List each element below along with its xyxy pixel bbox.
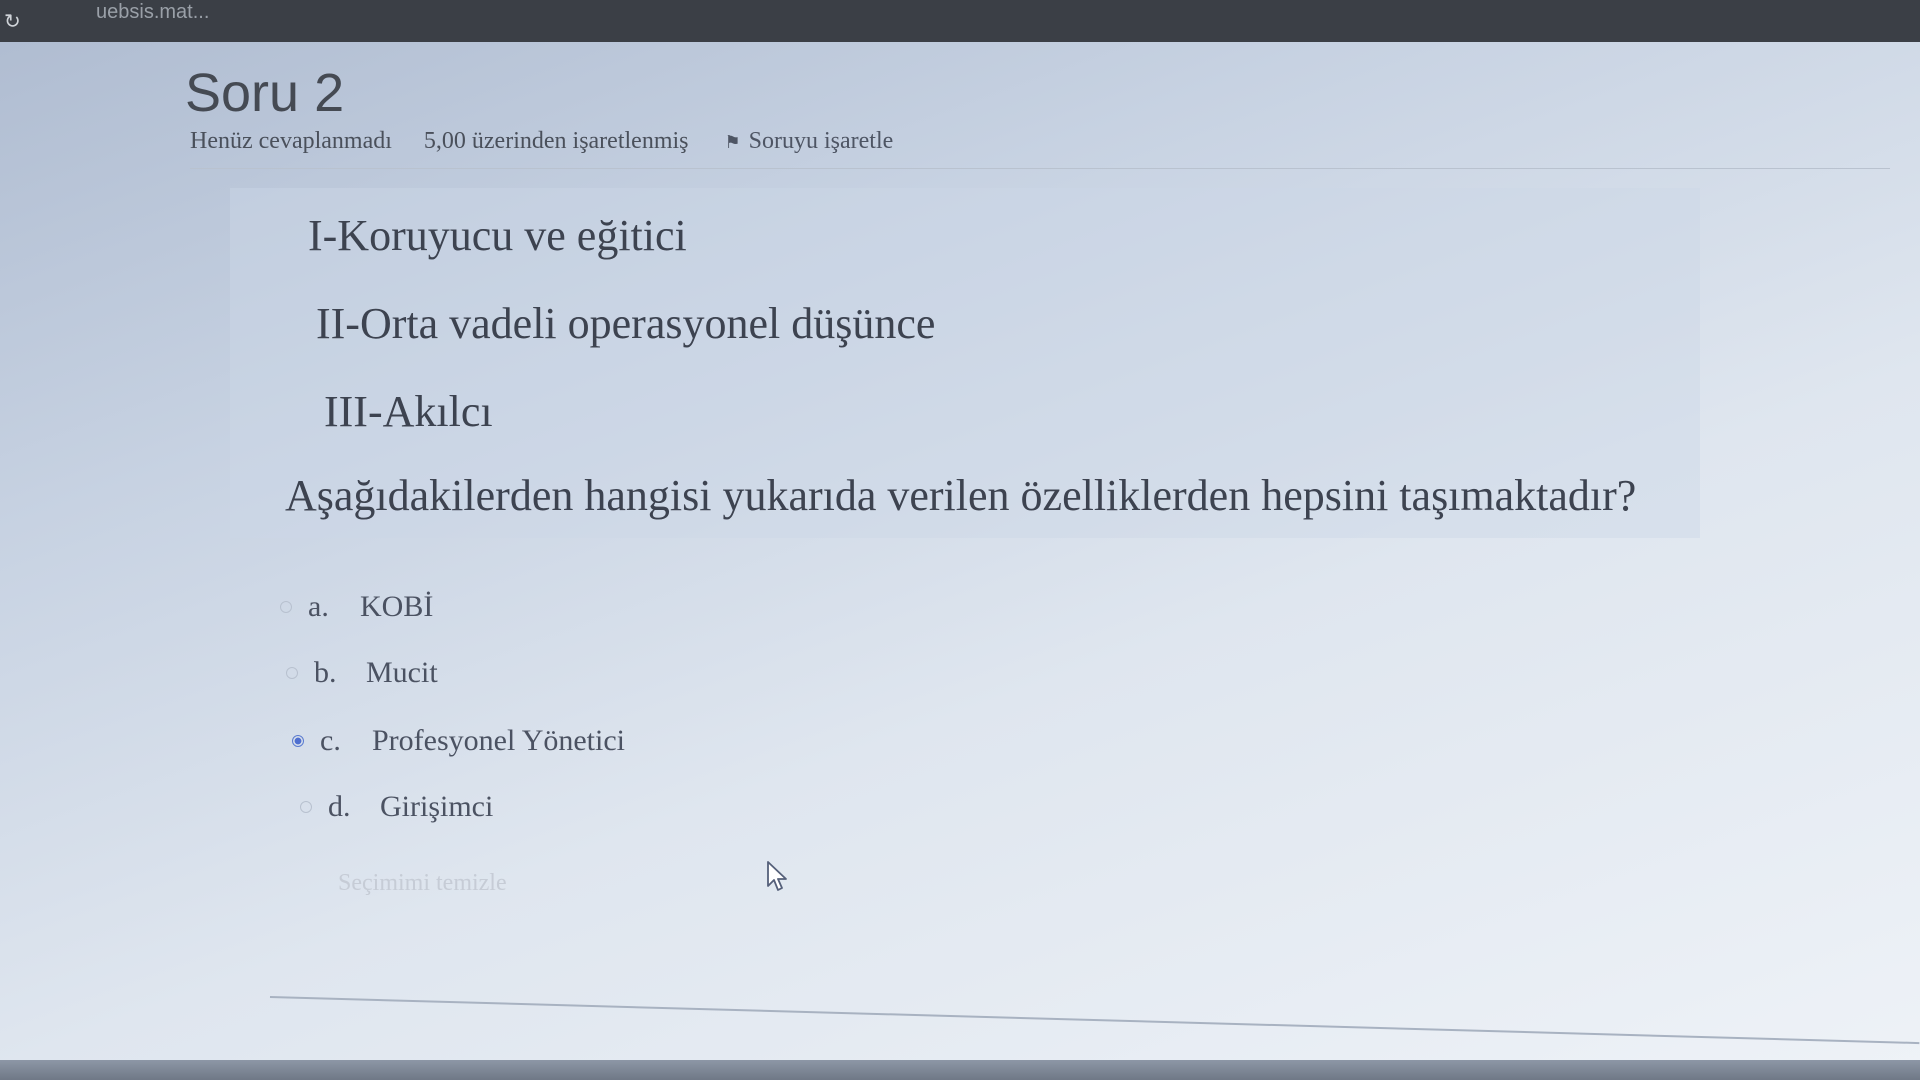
answer-text: Girişimci	[380, 790, 494, 823]
question-info: Henüz cevaplanmadı 5,00 üzerinden işaret…	[190, 128, 893, 155]
address-bar-text[interactable]: uebsis.mat...	[96, 1, 209, 24]
question-prompt: Aşağıdakilerden hangisi yukarıda verilen…	[285, 471, 1637, 520]
answer-letter: d.	[328, 790, 351, 823]
answer-radio-c[interactable]	[292, 735, 304, 747]
answer-letter: c.	[320, 724, 341, 757]
mouse-cursor-icon	[767, 861, 787, 891]
flag-question-link[interactable]: ⚑ Soruyu işaretle	[725, 128, 894, 155]
screen-bezel	[0, 1060, 1920, 1080]
answer-letter: a.	[308, 590, 329, 623]
answer-text: Mucit	[366, 656, 438, 689]
header-divider	[190, 168, 1890, 169]
clear-choice-link[interactable]: Seçimimi temizle	[338, 870, 507, 897]
answer-radio-b[interactable]	[286, 667, 298, 679]
question-title: Soru 2	[185, 63, 345, 123]
answer-option-b[interactable]: b. Mucit	[286, 656, 438, 690]
answer-option-a[interactable]: a. KOBİ	[280, 590, 433, 624]
flag-icon: ⚑	[724, 132, 741, 153]
flag-question-label: Soruyu işaretle	[748, 128, 894, 154]
question-line-3: III-Akılcı	[324, 387, 493, 436]
answer-text: Profesyonel Yönetici	[372, 724, 625, 757]
answer-radio-a[interactable]	[280, 601, 292, 613]
answer-option-c[interactable]: c. Profesyonel Yönetici	[292, 724, 625, 758]
footer-divider	[269, 996, 1920, 1045]
answer-letter: b.	[314, 656, 337, 689]
question-state: Henüz cevaplanmadı	[190, 128, 392, 154]
answer-text: KOBİ	[360, 590, 434, 623]
browser-toolbar: ↻ uebsis.mat...	[0, 0, 1920, 42]
question-line-2: II-Orta vadeli operasyonel düşünce	[316, 299, 936, 348]
answer-option-d[interactable]: d. Girişimci	[300, 790, 493, 824]
answer-radio-d[interactable]	[300, 801, 312, 813]
question-grade: 5,00 üzerinden işaretlenmiş	[423, 128, 689, 154]
question-line-1: I-Koruyucu ve eğitici	[308, 211, 687, 260]
reload-icon[interactable]: ↻	[4, 10, 26, 32]
